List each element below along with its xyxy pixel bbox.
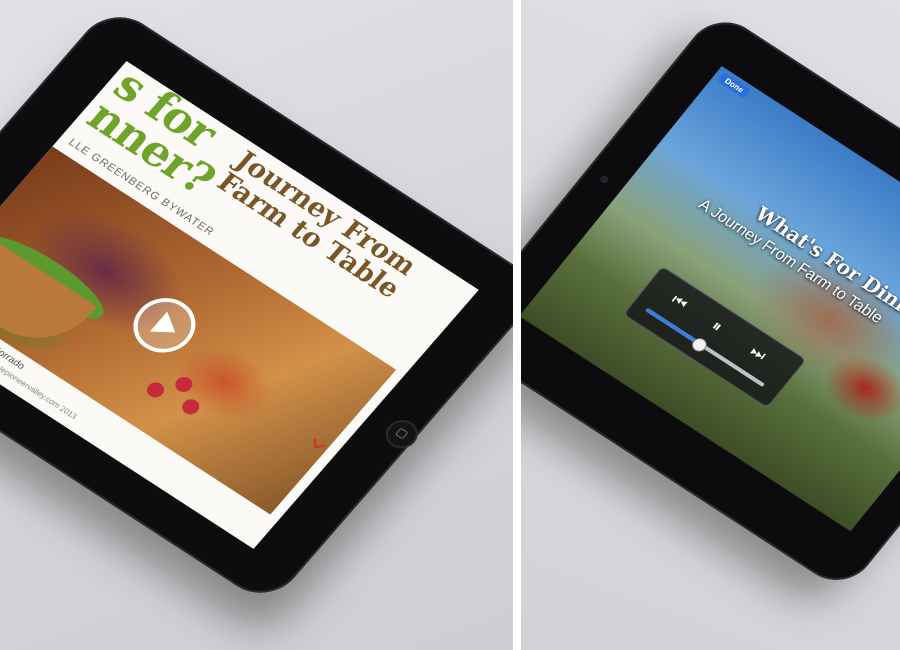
right-tablet: Done What's For Dinner? A Journey From F… (521, 9, 900, 594)
play-icon (149, 311, 184, 343)
radish (143, 379, 168, 401)
pause-icon[interactable]: ⏸ (707, 316, 727, 336)
fast-forward-icon[interactable]: ⏭ (746, 341, 770, 364)
video-play-button[interactable] (120, 287, 208, 364)
panel-divider (513, 0, 521, 650)
playback-controls: ⏮ ⏸ ⏭ (623, 265, 807, 409)
left-tablet: s for nner? LLE GREENBERG BYWATER Journe… (0, 3, 513, 607)
rewind-icon[interactable]: ⏮ (667, 290, 692, 313)
volume-slider[interactable] (645, 307, 766, 388)
right-tablet-panel: Done What's For Dinner? A Journey From F… (521, 0, 900, 650)
left-tablet-panel: s for nner? LLE GREENBERG BYWATER Journe… (0, 0, 513, 650)
radish (178, 396, 203, 418)
radish (171, 374, 196, 395)
volume-fill (645, 307, 701, 346)
page-chevron-icon[interactable] (313, 437, 326, 449)
